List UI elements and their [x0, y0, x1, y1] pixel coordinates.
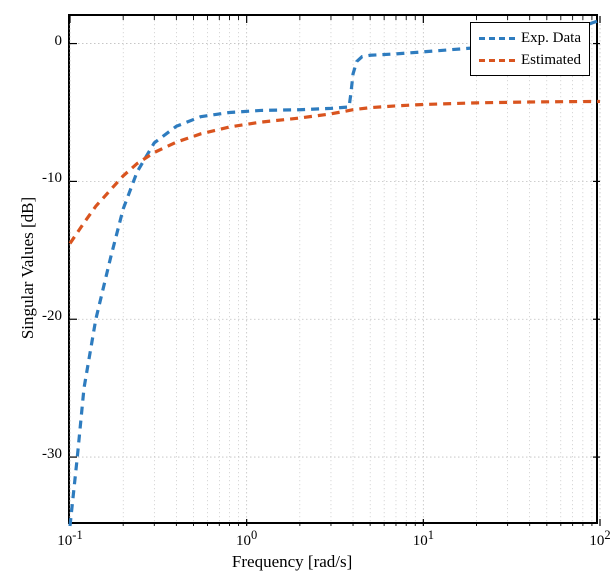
legend-swatch-exp-data — [479, 37, 515, 40]
legend-swatch-estimated — [479, 59, 515, 62]
x-tick-label: 100 — [227, 528, 267, 550]
series-exp-data — [70, 20, 600, 526]
y-tick-label: -10 — [42, 170, 62, 187]
legend-item-exp-data: Exp. Data — [479, 27, 581, 49]
legend-label: Estimated — [521, 52, 581, 69]
x-tick-label: 102 — [580, 528, 613, 550]
legend: Exp. Data Estimated — [470, 22, 590, 76]
y-axis-label: Singular Values [dB] — [18, 197, 38, 339]
x-tick-label: 101 — [403, 528, 443, 550]
grid — [70, 16, 600, 526]
series-estimated — [70, 101, 600, 243]
plot-svg — [70, 16, 600, 526]
ticks — [70, 16, 600, 526]
plot-area: Exp. Data Estimated — [68, 14, 598, 524]
legend-label: Exp. Data — [521, 30, 581, 47]
legend-item-estimated: Estimated — [479, 49, 581, 71]
y-tick-label: 0 — [55, 33, 63, 50]
y-tick-label: -30 — [42, 446, 62, 463]
y-tick-label: -20 — [42, 308, 62, 325]
x-tick-label: 10-1 — [50, 528, 90, 550]
x-axis-label: Frequency [rad/s] — [232, 552, 352, 572]
chart-root: Exp. Data Estimated -30 -20 -10 0 10-1 1… — [0, 0, 613, 582]
